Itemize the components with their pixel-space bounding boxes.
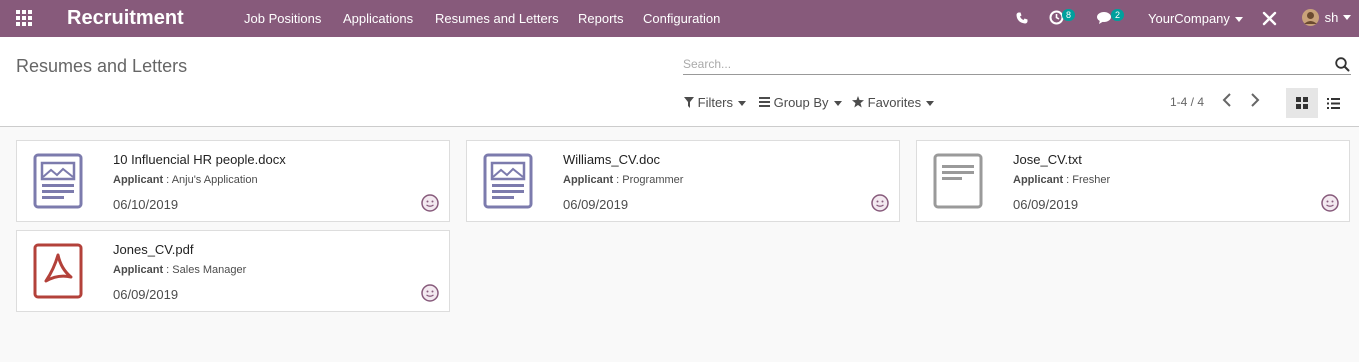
chevron-down-icon bbox=[1343, 15, 1352, 21]
chevron-down-icon bbox=[926, 101, 935, 107]
menu-job-positions[interactable]: Job Positions bbox=[244, 11, 321, 26]
group-by-label: Group By bbox=[773, 95, 829, 110]
document-name: Williams_CV.doc bbox=[563, 152, 661, 167]
filters-button[interactable]: Filters bbox=[684, 95, 747, 110]
debug-tools-icon[interactable] bbox=[1262, 11, 1277, 26]
applicant-label: Applicant bbox=[1013, 174, 1064, 186]
owner-avatar-icon[interactable] bbox=[871, 194, 889, 212]
applicant-label: Applicant bbox=[563, 174, 614, 186]
user-avatar bbox=[1302, 9, 1319, 27]
chevron-down-icon bbox=[833, 101, 842, 107]
document-card[interactable]: Williams_CV.doc Applicant : Programmer 0… bbox=[466, 140, 900, 222]
menu-applications[interactable]: Applications bbox=[343, 11, 413, 26]
kanban-icon bbox=[1296, 97, 1308, 109]
company-name: YourCompany bbox=[1148, 11, 1230, 26]
list-icon bbox=[759, 97, 770, 107]
app-title: Recruitment bbox=[67, 7, 184, 29]
page-title: Resumes and Letters bbox=[16, 56, 188, 76]
document-image-icon bbox=[33, 153, 83, 209]
search-input[interactable] bbox=[683, 53, 1351, 75]
group-by-button[interactable]: Group By bbox=[759, 95, 842, 110]
document-card[interactable]: 10 Influencial HR people.docx Applicant … bbox=[16, 140, 450, 222]
pager-value[interactable]: 1-4 / 4 bbox=[1170, 95, 1204, 109]
applicant-label: Applicant bbox=[113, 264, 164, 276]
top-navbar: Recruitment Job Positions Applications R… bbox=[0, 0, 1359, 37]
document-date: 06/09/2019 bbox=[1013, 197, 1079, 212]
applicant-value: Programmer bbox=[622, 174, 684, 186]
text-file-icon bbox=[933, 153, 983, 209]
owner-avatar-icon[interactable] bbox=[1321, 194, 1339, 212]
search-icon[interactable] bbox=[1335, 57, 1350, 72]
app-menu-icon[interactable] bbox=[16, 10, 34, 26]
menu-configuration[interactable]: Configuration bbox=[643, 11, 720, 26]
company-switcher[interactable]: YourCompany bbox=[1148, 11, 1243, 26]
document-image-icon bbox=[483, 153, 533, 209]
applicant-value: Anju's Application bbox=[171, 174, 258, 186]
document-applicant: Applicant : Fresher bbox=[1013, 174, 1111, 186]
star-icon bbox=[852, 96, 864, 108]
document-name: 10 Influencial HR people.docx bbox=[113, 152, 286, 167]
list-view-button[interactable] bbox=[1318, 88, 1350, 118]
user-menu[interactable]: sh bbox=[1302, 9, 1352, 27]
owner-avatar-icon[interactable] bbox=[421, 194, 439, 212]
filter-icon bbox=[684, 97, 694, 108]
control-panel: Resumes and Letters Filters Group By Fav… bbox=[0, 37, 1359, 127]
applicant-value: Fresher bbox=[1072, 174, 1111, 186]
menu-resumes-and-letters[interactable]: Resumes and Letters bbox=[435, 11, 559, 26]
document-date: 06/10/2019 bbox=[113, 197, 179, 212]
document-applicant: Applicant : Anju's Application bbox=[113, 174, 258, 186]
menu-reports[interactable]: Reports bbox=[578, 11, 624, 26]
filters-label: Filters bbox=[697, 95, 734, 110]
favorites-label: Favorites bbox=[867, 95, 922, 110]
pager-previous-icon[interactable] bbox=[1222, 93, 1232, 107]
pager-next-icon[interactable] bbox=[1250, 93, 1260, 107]
activity-count-badge: 8 bbox=[1062, 9, 1076, 21]
document-card[interactable]: Jones_CV.pdf Applicant : Sales Manager 0… bbox=[16, 230, 450, 312]
phone-icon[interactable] bbox=[1016, 12, 1028, 24]
applicant-label: Applicant bbox=[113, 174, 164, 186]
user-name: sh bbox=[1324, 10, 1339, 26]
applicant-value: Sales Manager bbox=[172, 264, 247, 276]
owner-avatar-icon[interactable] bbox=[421, 284, 439, 302]
document-applicant: Applicant : Programmer bbox=[563, 174, 684, 186]
chevron-down-icon bbox=[1234, 17, 1243, 23]
document-applicant: Applicant : Sales Manager bbox=[113, 264, 247, 276]
document-date: 06/09/2019 bbox=[563, 197, 629, 212]
kanban-view-button[interactable] bbox=[1286, 88, 1318, 118]
pdf-file-icon bbox=[33, 243, 83, 299]
document-card[interactable]: Jose_CV.txt Applicant : Fresher 06/09/20… bbox=[916, 140, 1350, 222]
message-count-badge: 2 bbox=[1111, 9, 1125, 21]
document-date: 06/09/2019 bbox=[113, 287, 179, 302]
chevron-down-icon bbox=[738, 101, 747, 107]
document-name: Jones_CV.pdf bbox=[113, 242, 194, 257]
document-name: Jose_CV.txt bbox=[1013, 152, 1082, 167]
list-view-icon bbox=[1327, 98, 1340, 109]
favorites-button[interactable]: Favorites bbox=[852, 95, 935, 110]
